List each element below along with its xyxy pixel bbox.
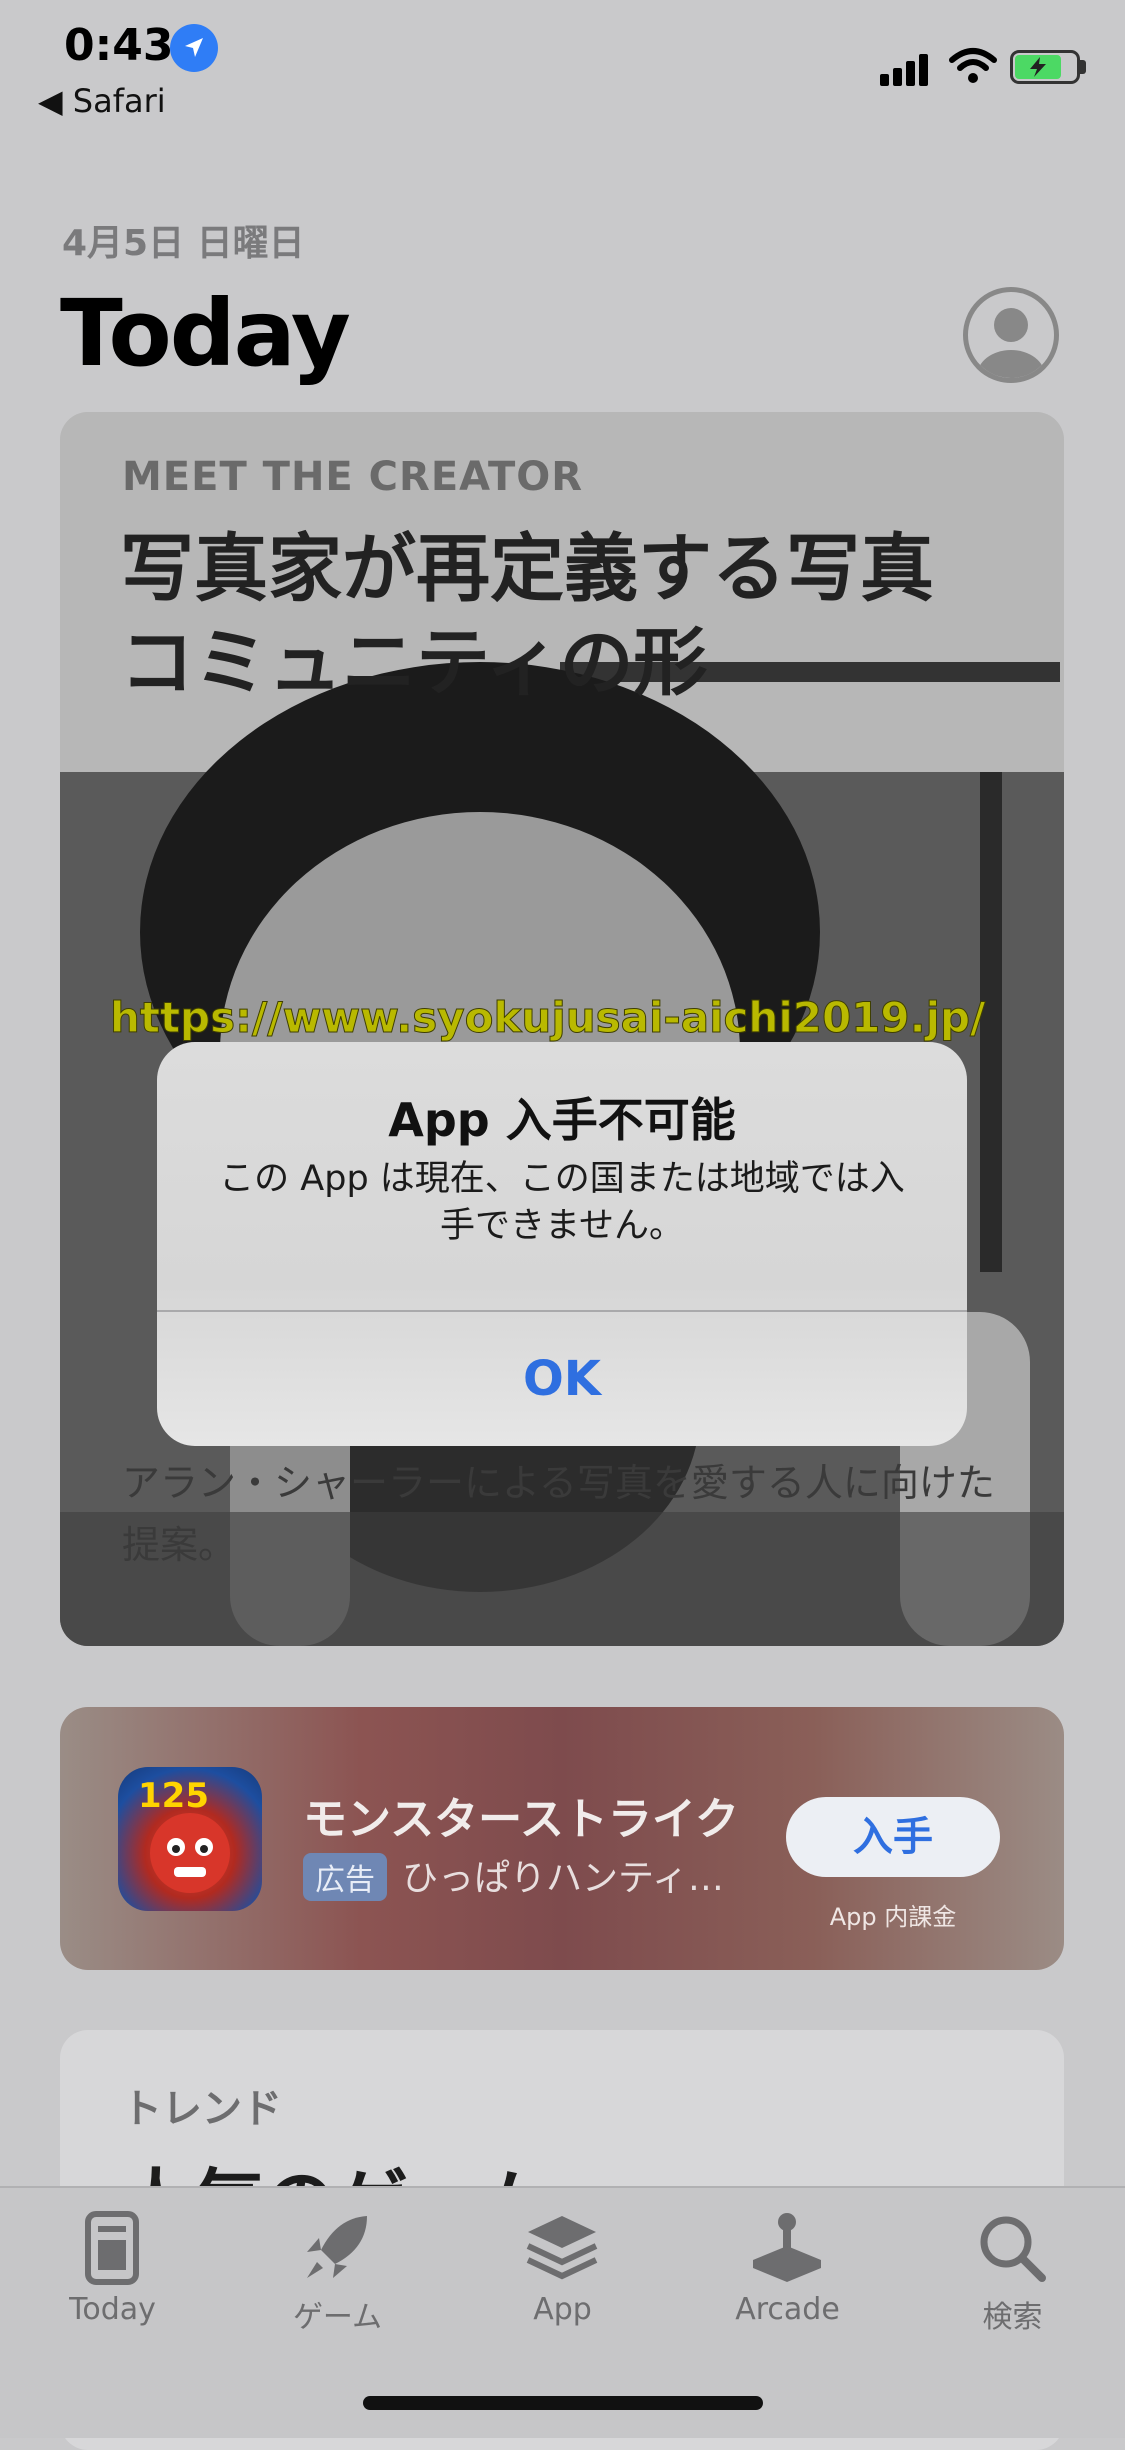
- tab-label: Arcade: [735, 2292, 840, 2327]
- ad-card[interactable]: 125 モンスターストライク 広告 ひっぱりハンティ… 入手 App 内課金: [60, 1707, 1064, 1970]
- ad-app-name: モンスターストライク: [303, 1794, 740, 1845]
- story-description: アラン・シャーラーによる写真を愛する人に向けた提案。: [122, 1461, 995, 1567]
- watermark-url: https://www.syokujusai-aichi2019.jp/: [109, 993, 986, 1043]
- header-date: 4月5日 日曜日: [62, 223, 305, 264]
- tab-search[interactable]: 検索: [900, 2188, 1125, 2358]
- story-eyebrow-label: MEET THE CREATOR: [122, 454, 584, 500]
- in-app-purchase-label: App 内課金: [829, 1903, 957, 1931]
- tab-arcade[interactable]: Arcade: [675, 2188, 900, 2358]
- tab-label: Today: [69, 2292, 156, 2327]
- ad-badge: 広告: [303, 1853, 387, 1901]
- rocket-icon: [297, 2208, 377, 2288]
- today-icon: [72, 2208, 152, 2288]
- alert-message: この App は現在、この国または地域では入手できません。: [219, 1159, 905, 1246]
- joystick-icon: [747, 2208, 827, 2288]
- tab-today[interactable]: Today: [0, 2188, 225, 2358]
- svg-text:125: 125: [138, 1776, 209, 1816]
- monster-strike-app-icon: 125: [118, 1767, 262, 1911]
- app-stack-icon: [522, 2208, 602, 2288]
- tab-label: ゲーム: [292, 2300, 383, 2335]
- unavailable-alert-dialog: App 入手不可能 この App は現在、この国または地域では入手できません。 …: [157, 1042, 967, 1446]
- tab-label: App: [533, 2292, 592, 2327]
- tab-games[interactable]: ゲーム: [225, 2188, 450, 2358]
- search-icon: [972, 2208, 1052, 2288]
- battery-level: [1015, 55, 1061, 79]
- tab-apps[interactable]: App: [450, 2188, 675, 2358]
- alert-title: App 入手不可能: [388, 1093, 736, 1147]
- trend-eyebrow-label: トレンド: [122, 2086, 282, 2132]
- battery-cap: [1080, 60, 1086, 74]
- location-arrow-icon: [170, 24, 218, 72]
- get-app-button[interactable]: 入手: [786, 1797, 1000, 1877]
- tab-label: 検索: [982, 2300, 1043, 2335]
- wifi-icon: [948, 46, 998, 86]
- page-title: Today: [60, 280, 351, 387]
- account-avatar-button[interactable]: [963, 287, 1059, 383]
- back-to-safari-link[interactable]: ◀ Safari: [38, 82, 166, 120]
- home-indicator[interactable]: [363, 2396, 763, 2410]
- ad-subtitle: ひっぱりハンティ…: [402, 1858, 724, 1899]
- alert-ok-button[interactable]: OK: [157, 1312, 967, 1446]
- status-time: 0:43: [64, 20, 174, 71]
- cellular-signal-icon: [880, 52, 934, 86]
- story-title: 写真家が再定義する写真コミュニティの形: [120, 526, 934, 706]
